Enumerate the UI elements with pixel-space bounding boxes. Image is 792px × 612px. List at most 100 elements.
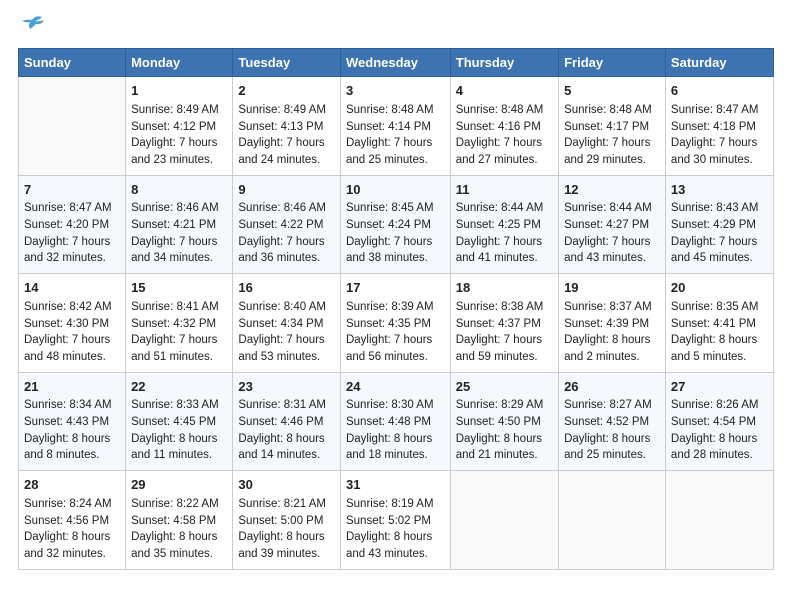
col-header-friday: Friday <box>559 49 666 77</box>
sunset-text: Sunset: 4:22 PM <box>238 219 323 231</box>
sunrise-text: Sunrise: 8:45 AM <box>346 202 434 214</box>
date-number: 31 <box>346 476 445 495</box>
daylight-text: Daylight: 7 hours and 56 minutes. <box>346 334 432 363</box>
sunset-text: Sunset: 4:58 PM <box>131 515 216 527</box>
sunset-text: Sunset: 4:29 PM <box>671 219 756 231</box>
header-row: SundayMondayTuesdayWednesdayThursdayFrid… <box>19 49 774 77</box>
date-number: 30 <box>238 476 335 495</box>
sunrise-text: Sunrise: 8:24 AM <box>24 498 112 510</box>
daylight-text: Daylight: 8 hours and 2 minutes. <box>564 334 650 363</box>
col-header-monday: Monday <box>126 49 233 77</box>
date-number: 11 <box>456 181 553 200</box>
daylight-text: Daylight: 7 hours and 24 minutes. <box>238 137 324 166</box>
cell-5-5 <box>450 471 558 570</box>
daylight-text: Daylight: 8 hours and 14 minutes. <box>238 433 324 462</box>
sunset-text: Sunset: 4:35 PM <box>346 318 431 330</box>
week-row-2: 7 Sunrise: 8:47 AM Sunset: 4:20 PM Daylight… <box>19 175 774 274</box>
daylight-text: Daylight: 7 hours and 51 minutes. <box>131 334 217 363</box>
col-header-wednesday: Wednesday <box>340 49 450 77</box>
date-number: 7 <box>24 181 120 200</box>
daylight-text: Daylight: 7 hours and 23 minutes. <box>131 137 217 166</box>
cell-5-4: 31Sunrise: 8:19 AMSunset: 5:02 PMDayligh… <box>340 471 450 570</box>
sunrise-text: Sunrise: 8:48 AM <box>346 104 434 116</box>
sunrise-text: Sunrise: 8:26 AM <box>671 399 759 411</box>
date-number: 1 <box>131 82 227 101</box>
sunset-text: Sunset: 4:32 PM <box>131 318 216 330</box>
calendar-table: SundayMondayTuesdayWednesdayThursdayFrid… <box>18 48 774 570</box>
daylight-text: Daylight: 8 hours and 11 minutes. <box>131 433 217 462</box>
sunset-text: Sunset: 4:45 PM <box>131 416 216 428</box>
daylight-text: Daylight: 7 hours and 38 minutes. <box>346 236 432 265</box>
cell-5-7 <box>665 471 773 570</box>
date-number: 13 <box>671 181 768 200</box>
sunrise-text: Sunrise: 8:49 AM <box>238 104 326 116</box>
sunrise-text: Sunrise: 8:49 AM <box>131 104 219 116</box>
sunset-text: Sunset: 4:24 PM <box>346 219 431 231</box>
sunset-text: Sunset: 4:12 PM <box>131 121 216 133</box>
sunrise-text: Sunrise: 8:44 AM <box>456 202 544 214</box>
cell-1-6: 5Sunrise: 8:48 AMSunset: 4:17 PMDaylight… <box>559 77 666 176</box>
date-number: 3 <box>346 82 445 101</box>
daylight-text: Daylight: 7 hours and 41 minutes. <box>456 236 542 265</box>
date-number: 2 <box>238 82 335 101</box>
sunset-text: Sunset: 4:20 PM <box>24 219 109 231</box>
sunset-text: Sunset: 4:34 PM <box>238 318 323 330</box>
date-number: 10 <box>346 181 445 200</box>
sunset-text: Sunset: 4:21 PM <box>131 219 216 231</box>
cell-1-1 <box>19 77 126 176</box>
sunrise-text: Sunrise: 8:37 AM <box>564 301 652 313</box>
col-header-sunday: Sunday <box>19 49 126 77</box>
date-number: 20 <box>671 279 768 298</box>
daylight-text: Daylight: 7 hours and 25 minutes. <box>346 137 432 166</box>
daylight-text: Daylight: 8 hours and 39 minutes. <box>238 531 324 560</box>
sunrise-text: Sunrise: 8:27 AM <box>564 399 652 411</box>
cell-2-3: 9Sunrise: 8:46 AMSunset: 4:22 PMDaylight… <box>233 175 341 274</box>
cell-2-2: 8Sunrise: 8:46 AMSunset: 4:21 PMDaylight… <box>126 175 233 274</box>
cell-3-7: 20Sunrise: 8:35 AMSunset: 4:41 PMDayligh… <box>665 274 773 373</box>
sunrise-text: Sunrise: 8:42 AM <box>24 301 112 313</box>
cell-4-1: 21Sunrise: 8:34 AMSunset: 4:43 PMDayligh… <box>19 372 126 471</box>
page: SundayMondayTuesdayWednesdayThursdayFrid… <box>0 0 792 612</box>
daylight-text: Daylight: 8 hours and 5 minutes. <box>671 334 757 363</box>
date-number: 17 <box>346 279 445 298</box>
date-number: 18 <box>456 279 553 298</box>
logo <box>18 18 44 40</box>
sunset-text: Sunset: 4:17 PM <box>564 121 649 133</box>
date-number: 6 <box>671 82 768 101</box>
cell-3-4: 17 Sunrise: 8:39 AM Sunset: 4:35 PM Dayligh… <box>340 274 450 373</box>
cell-2-4: 10 Sunrise: 8:45 AM Sunset: 4:24 PM Dayligh… <box>340 175 450 274</box>
date-number: 9 <box>238 181 335 200</box>
sunrise-text: Sunrise: 8:40 AM <box>238 301 326 313</box>
sunset-text: Sunset: 4:13 PM <box>238 121 323 133</box>
sunrise-text: Sunrise: 8:30 AM <box>346 399 434 411</box>
daylight-text: Daylight: 8 hours and 21 minutes. <box>456 433 542 462</box>
sunrise-text: Sunrise: 8:43 AM <box>671 202 759 214</box>
sunrise-text: Sunrise: 8:29 AM <box>456 399 544 411</box>
sunrise-text: Sunrise: 8:38 AM <box>456 301 544 313</box>
cell-1-3: 2 Sunrise: 8:49 AM Sunset: 4:13 PM Daylight… <box>233 77 341 176</box>
week-row-3: 14Sunrise: 8:42 AMSunset: 4:30 PMDayligh… <box>19 274 774 373</box>
daylight-text: Daylight: 7 hours and 32 minutes. <box>24 236 110 265</box>
cell-3-3: 16Sunrise: 8:40 AMSunset: 4:34 PMDayligh… <box>233 274 341 373</box>
sunrise-text: Sunrise: 8:47 AM <box>24 202 112 214</box>
cell-4-3: 23Sunrise: 8:31 AMSunset: 4:46 PMDayligh… <box>233 372 341 471</box>
col-header-tuesday: Tuesday <box>233 49 341 77</box>
col-header-saturday: Saturday <box>665 49 773 77</box>
sunset-text: Sunset: 4:30 PM <box>24 318 109 330</box>
sunset-text: Sunset: 4:25 PM <box>456 219 541 231</box>
sunrise-text: Sunrise: 8:33 AM <box>131 399 219 411</box>
cell-5-3: 30Sunrise: 8:21 AMSunset: 5:00 PMDayligh… <box>233 471 341 570</box>
date-number: 19 <box>564 279 660 298</box>
daylight-text: Daylight: 8 hours and 32 minutes. <box>24 531 110 560</box>
cell-2-6: 12Sunrise: 8:44 AMSunset: 4:27 PMDayligh… <box>559 175 666 274</box>
date-number: 23 <box>238 378 335 397</box>
sunrise-text: Sunrise: 8:39 AM <box>346 301 434 313</box>
cell-3-2: 15Sunrise: 8:41 AMSunset: 4:32 PMDayligh… <box>126 274 233 373</box>
col-header-thursday: Thursday <box>450 49 558 77</box>
cell-4-6: 26Sunrise: 8:27 AMSunset: 4:52 PMDayligh… <box>559 372 666 471</box>
date-number: 28 <box>24 476 120 495</box>
sunrise-text: Sunrise: 8:46 AM <box>238 202 326 214</box>
cell-4-7: 27Sunrise: 8:26 AMSunset: 4:54 PMDayligh… <box>665 372 773 471</box>
daylight-text: Daylight: 8 hours and 8 minutes. <box>24 433 110 462</box>
daylight-text: Daylight: 7 hours and 59 minutes. <box>456 334 542 363</box>
